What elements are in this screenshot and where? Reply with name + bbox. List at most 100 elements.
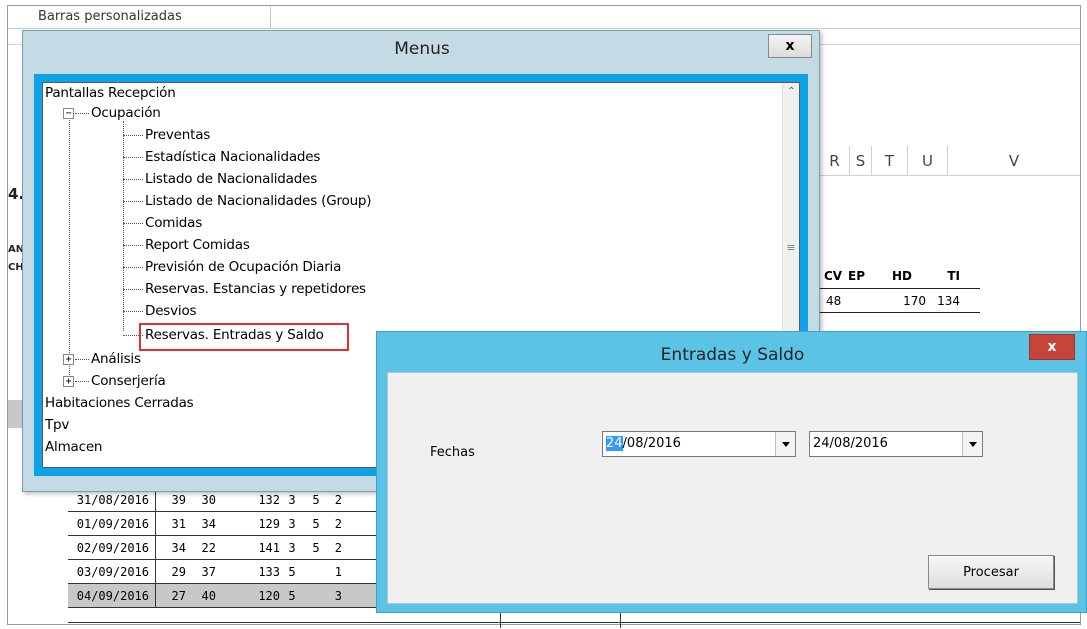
tree-item-conserjeria[interactable]: + Conserjería: [63, 371, 166, 391]
date-from-rest: /08/2016: [622, 436, 681, 451]
table-header-hd: HD: [892, 269, 913, 283]
tree-item-tpv[interactable]: Tpv: [45, 415, 69, 435]
table-cell: 40: [201, 589, 216, 603]
tree-item-report-comidas[interactable]: Report Comidas: [123, 235, 250, 255]
tree-item-label: Report Comidas: [145, 237, 250, 253]
close-button[interactable]: x: [768, 34, 812, 58]
dialog-body: Fechas 24/08/2016 24/08/2016 Procesar: [387, 372, 1078, 604]
table-cell: 134: [937, 293, 960, 308]
table-cell: 3: [288, 541, 296, 555]
tree-item-label: Ocupación: [91, 105, 161, 121]
tree-item-prevision-ocupacion[interactable]: Previsión de Ocupación Diaria: [123, 257, 341, 277]
table-cell: 34: [201, 517, 216, 531]
fechas-label: Fechas: [430, 445, 475, 460]
tree-item-label: Preventas: [145, 127, 211, 143]
date-from-value: 24/08/2016: [606, 436, 681, 451]
table-cell: 37: [201, 565, 216, 579]
table-cell: 34: [171, 541, 186, 555]
tree-item-comidas[interactable]: Comidas: [123, 213, 202, 233]
tree-item-reservas-estancias[interactable]: Reservas. Estancias y repetidores: [123, 279, 366, 299]
table-cell: 141: [258, 541, 280, 555]
table-cell: 48: [826, 293, 842, 308]
table-cell: 3: [334, 589, 342, 603]
tree-connector: [75, 358, 89, 360]
expand-icon[interactable]: +: [63, 375, 74, 387]
collapse-icon[interactable]: −: [63, 107, 74, 119]
tree-item-label: Conserjería: [91, 373, 166, 389]
tree-item-analisis[interactable]: + Análisis: [63, 349, 141, 369]
tree-connector: [75, 380, 89, 382]
dialog-title: Entradas y Saldo: [660, 345, 805, 365]
tree-connector: [123, 288, 143, 290]
daily-table: 31/08/2016 39 30 132 3 5 2 01/09/2016 31…: [68, 488, 383, 608]
divider: [68, 622, 1080, 623]
tree-item-label: Reservas. Estancias y repetidores: [145, 281, 366, 297]
table-cell: [304, 584, 328, 607]
tree-connector: [123, 156, 143, 158]
tree-item-listado-nacionalidades[interactable]: Listado de Nacionalidades: [123, 169, 317, 189]
tree-connector: [123, 244, 143, 246]
divider: [8, 28, 1080, 29]
dialog-title: Menus: [394, 39, 450, 59]
tree-item-ocupacion[interactable]: − Ocupación: [63, 103, 161, 123]
tree-connector: [123, 178, 143, 180]
table-cell: 5: [312, 517, 320, 531]
column-header-t[interactable]: T: [872, 146, 908, 175]
tree-item-pantallas-recepcion[interactable]: Pantallas Recepción: [45, 83, 176, 103]
tree-connector: [123, 134, 143, 136]
table-row: 03/09/2016 29 37 133 5 1: [68, 560, 383, 584]
scroll-up-icon[interactable]: ⌃: [783, 83, 799, 100]
scroll-thumb-grip-icon[interactable]: ≡: [786, 241, 796, 254]
table-cell: 129: [258, 517, 280, 531]
table-header-row: CV EP HD TI: [820, 264, 980, 288]
table-cell-date: 04/09/2016: [68, 584, 156, 607]
tree-item-listado-nacionalidades-group[interactable]: Listado de Nacionalidades (Group): [123, 191, 372, 211]
close-button[interactable]: x: [1029, 334, 1075, 360]
table-row: [820, 312, 980, 318]
column-header-r[interactable]: R: [820, 146, 850, 175]
tree-item-label: Listado de Nacionalidades (Group): [145, 193, 372, 209]
chevron-down-icon[interactable]: [962, 432, 982, 456]
table-cell: 3: [288, 517, 296, 531]
tree-item-label: Listado de Nacionalidades: [145, 171, 318, 187]
tree-item-desvios[interactable]: Desvios: [123, 301, 197, 321]
sheet-tab[interactable]: Barras personalizadas: [28, 6, 271, 28]
table-cell-date: 01/09/2016: [68, 512, 156, 535]
entradas-saldo-dialog: Entradas y Saldo x Fechas 24/08/2016 24/…: [376, 331, 1087, 613]
chevron-down-icon[interactable]: [775, 432, 795, 456]
date-to-select[interactable]: 24/08/2016: [809, 431, 983, 457]
column-header-u[interactable]: U: [908, 146, 948, 175]
tree-item-habitaciones-cerradas[interactable]: Habitaciones Cerradas: [45, 393, 194, 413]
tree-connector: [123, 310, 143, 312]
table-row: 48 170 134: [820, 288, 980, 312]
date-from-select[interactable]: 24/08/2016: [602, 431, 796, 457]
procesar-button[interactable]: Procesar: [928, 555, 1054, 589]
tree-item-label: Previsión de Ocupación Diaria: [145, 259, 342, 275]
table-cell: 2: [334, 541, 342, 555]
table-row: 01/09/2016 31 34 129 3 5 2: [68, 512, 383, 536]
expand-icon[interactable]: +: [63, 353, 74, 365]
table-cell: 31: [171, 517, 186, 531]
tree-item-estadistica-nacionalidades[interactable]: Estadística Nacionalidades: [123, 147, 320, 167]
table-cell: 133: [258, 565, 280, 579]
selection-highlight: [139, 323, 349, 351]
column-headers: R S T U V: [820, 146, 1080, 176]
tree-item-almacen[interactable]: Almacen: [45, 437, 102, 457]
tree-connector: [123, 222, 143, 224]
table-cell: 5: [312, 541, 320, 555]
table-header-ti: TI: [947, 269, 960, 283]
tree-connector: [123, 266, 143, 268]
date-from-selected-part: 24: [606, 436, 623, 451]
tree-item-label: Análisis: [91, 351, 141, 367]
table-cell: 29: [171, 565, 186, 579]
table-cell: 27: [171, 589, 186, 603]
column-header-v[interactable]: V: [948, 146, 1080, 175]
table-cell: 22: [201, 541, 216, 555]
table-cell: [304, 560, 328, 583]
tree-item-label: Estadística Nacionalidades: [145, 149, 321, 165]
tree-item-preventas[interactable]: Preventas: [123, 125, 210, 145]
table-cell: 120: [258, 589, 280, 603]
tree-connector: [75, 112, 89, 114]
tree-connector: [123, 200, 143, 202]
column-header-s[interactable]: S: [850, 146, 872, 175]
